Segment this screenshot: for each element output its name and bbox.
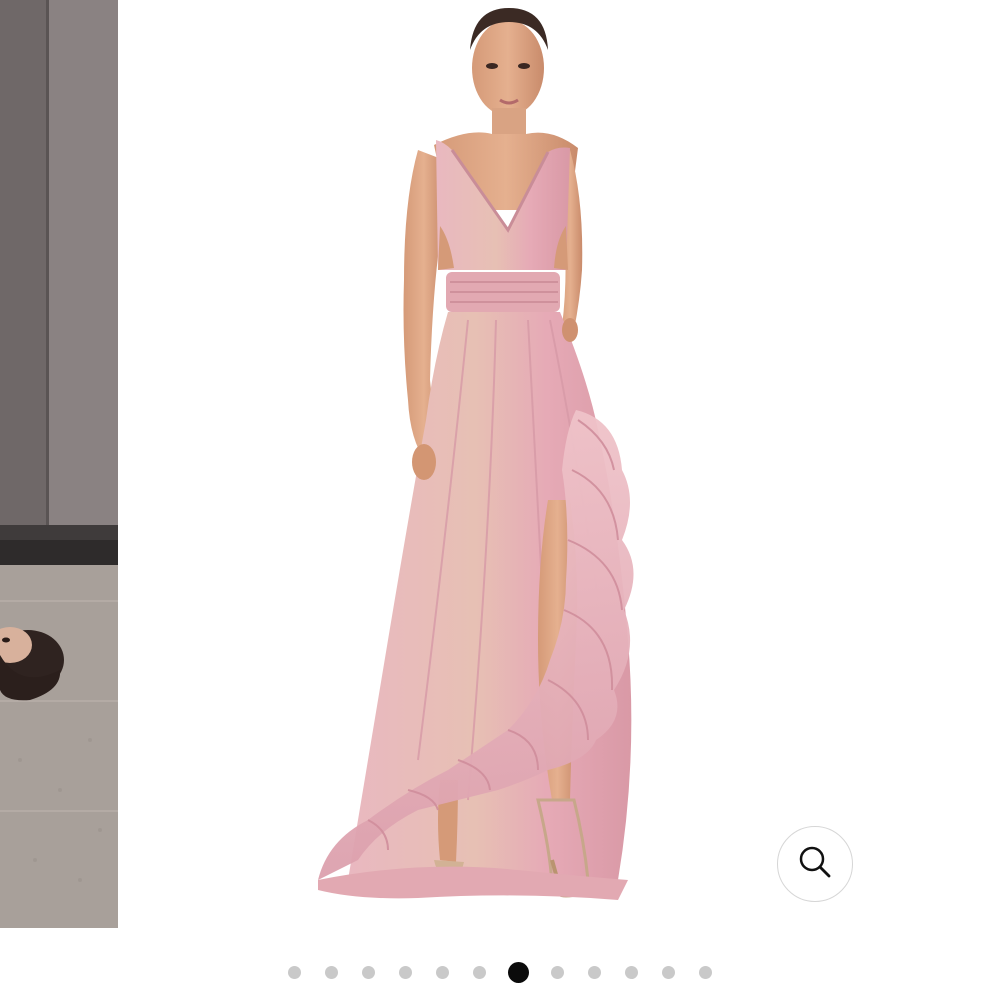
pagination-dot[interactable]	[473, 965, 486, 979]
pagination-dot[interactable]	[699, 965, 712, 979]
pagination-dot[interactable]	[625, 965, 638, 979]
carousel-pagination	[0, 955, 1000, 989]
pagination-dot[interactable]	[436, 965, 449, 979]
pagination-dot-active[interactable]	[508, 961, 529, 983]
pagination-dot[interactable]	[399, 965, 412, 979]
previous-slide-image[interactable]	[0, 0, 118, 928]
pagination-dot[interactable]	[588, 965, 601, 979]
image-carousel[interactable]	[0, 0, 1000, 928]
pagination-dot[interactable]	[288, 965, 301, 979]
product-image-viewer	[0, 0, 1000, 1000]
magnifier-icon	[798, 845, 832, 884]
pagination-dot[interactable]	[325, 965, 338, 979]
current-slide-image[interactable]	[118, 0, 1000, 928]
zoom-button[interactable]	[777, 826, 853, 902]
pagination-dot[interactable]	[662, 965, 675, 979]
pagination-dot[interactable]	[551, 965, 564, 979]
pagination-dot[interactable]	[362, 965, 375, 979]
